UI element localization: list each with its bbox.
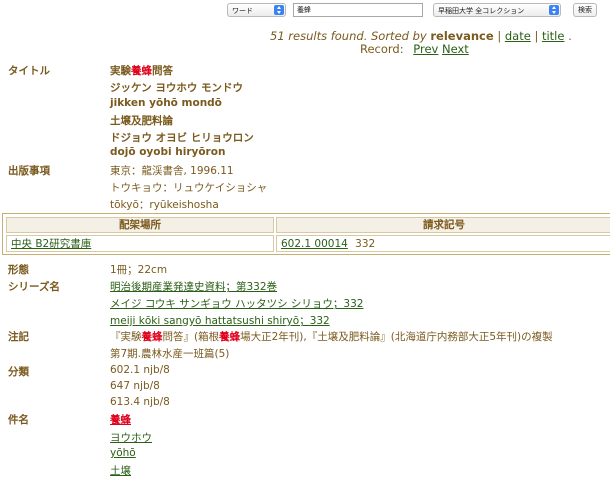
title-line-6: dojō oyobi hiryōron xyxy=(110,146,226,158)
series-link-2[interactable]: メイジ コウキ サンギョウ ハッタツシ シリョウ；332 xyxy=(110,296,363,311)
title-label: タイトル xyxy=(8,65,50,77)
title-line-5: ドジョウ オヨビ ヒリョウロン xyxy=(110,132,254,144)
sort-separator: | xyxy=(497,29,502,43)
holdings-callno-cell: 602.1 00014 332 xyxy=(276,235,610,252)
sort-date-link[interactable]: date xyxy=(505,29,531,43)
subject-label: 件名 xyxy=(8,414,29,426)
notes-text-a: 『実験 xyxy=(110,331,142,343)
search-button[interactable]: 検索 xyxy=(573,3,597,17)
publication-line-2: トウキョウ：リュウケイショシャ xyxy=(110,182,268,194)
title-line-4: 土壌及肥料論 xyxy=(110,115,173,127)
collection-select-value: 早稲田大学 全コレクション xyxy=(438,7,525,15)
results-count: 51 results found xyxy=(270,29,364,43)
title-line-3: jikken yōhō mondō xyxy=(110,97,222,109)
publication-line-3: tōkyō：ryūkeishosha xyxy=(110,199,219,211)
title-line-1-pre: 実験 xyxy=(110,65,131,77)
notes-text-b: 問答』(箱根 xyxy=(162,331,220,343)
title-highlight: 養蜂 xyxy=(131,65,152,77)
notes-text-c: 場大正2年刊),『土壌及肥料論』(北海道庁内務部大正5年刊)の複製 xyxy=(240,331,553,343)
summary-period: . xyxy=(568,29,572,43)
search-input-value: 養蜂 xyxy=(297,6,311,14)
notes-line-1: 『実験養蜂問答』(箱根養蜂場大正2年刊),『土壌及肥料論』(北海道庁内務部大正5… xyxy=(110,329,553,344)
search-field-select[interactable]: ワード xyxy=(227,3,286,17)
results-summary: 51 results found. Sorted by relevance | … xyxy=(270,29,572,43)
holdings-header-location: 配架場所 xyxy=(6,217,274,233)
title-line-1-post: 問答 xyxy=(152,65,173,77)
series-link-3[interactable]: meiji kōki sangyō hattatsushi shiryō；332 xyxy=(110,313,330,328)
holdings-header-callno: 請求記号 xyxy=(276,217,610,233)
format-label: 形態 xyxy=(8,264,29,276)
search-field-select-value: ワード xyxy=(232,7,253,15)
collection-select[interactable]: 早稲田大学 全コレクション xyxy=(433,3,561,17)
subject-item-1: 養蜂 xyxy=(110,412,131,427)
notes-label: 注記 xyxy=(8,331,29,343)
notes-highlight: 養蜂 xyxy=(219,331,241,343)
classification-label: 分類 xyxy=(8,366,29,378)
holdings-location-link[interactable]: 中央 B2研究書庫 xyxy=(11,238,91,250)
chevron-updown-icon xyxy=(274,5,284,15)
publication-line-1: 東京：龍渓書舎, 1996.11 xyxy=(110,165,234,177)
classification-line-2: 647 njb/8 xyxy=(110,380,160,392)
subject-link-4[interactable]: 土壌 xyxy=(110,463,131,478)
series-label: シリーズ名 xyxy=(8,281,60,293)
sort-title-link[interactable]: title xyxy=(542,29,564,43)
notes-highlight: 養蜂 xyxy=(141,331,163,343)
next-record-link[interactable]: Next xyxy=(442,42,469,56)
publication-label: 出版事項 xyxy=(8,165,50,177)
chevron-updown-icon xyxy=(549,5,559,15)
subject-link-1[interactable]: 養蜂 xyxy=(110,414,131,426)
sort-relevance-current: relevance xyxy=(430,29,494,43)
notes-line-2: 第7期.農林水産一班篇(5) xyxy=(110,348,230,360)
record-label: Record: xyxy=(360,42,404,56)
sort-separator: | xyxy=(534,29,539,43)
classification-line-3: 613.4 njb/8 xyxy=(110,396,170,408)
holdings-table: 配架場所 請求記号 中央 B2研究書庫 602.1 00014 332 xyxy=(2,213,610,255)
prev-record-link[interactable]: Prev xyxy=(413,42,438,56)
holdings-callno-extra: 332 xyxy=(355,238,376,250)
sorted-by-label: . Sorted by xyxy=(363,29,427,43)
classification-line-1: 602.1 njb/8 xyxy=(110,364,170,376)
series-link-1[interactable]: 明治後期産業発達史資料；第332巻 xyxy=(110,279,277,294)
search-input[interactable]: 養蜂 xyxy=(293,3,423,17)
title-line-2: ジッケン ヨウホウ モンドウ xyxy=(110,82,243,94)
subject-link-3[interactable]: yōhō xyxy=(110,447,136,459)
subject-link-2[interactable]: ヨウホウ xyxy=(110,430,152,445)
holdings-location-cell: 中央 B2研究書庫 xyxy=(6,235,274,252)
title-line-1: 実験養蜂問答 xyxy=(110,63,173,78)
format-value: 1冊；22cm xyxy=(110,264,168,276)
holdings-callno-link[interactable]: 602.1 00014 xyxy=(281,238,348,250)
record-navigation: Record: Prev Next xyxy=(360,42,469,56)
